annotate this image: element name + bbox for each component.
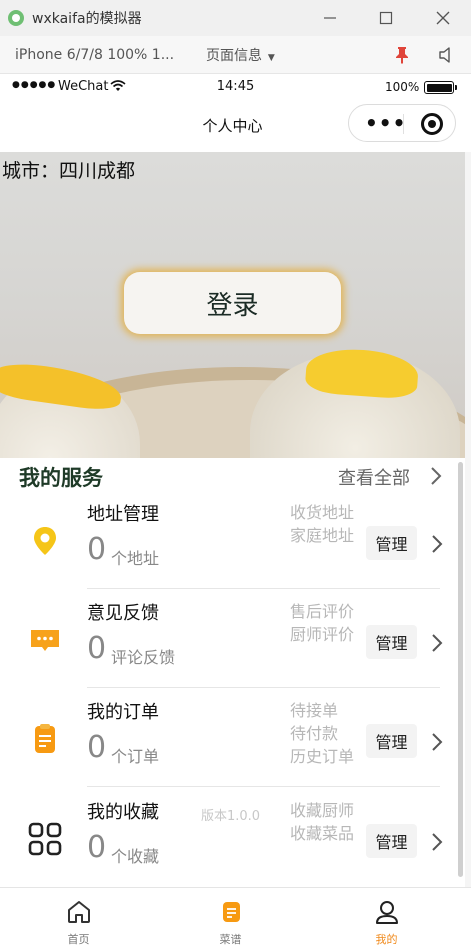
miniprogram-capsule: ••• — [348, 104, 456, 142]
service-item-orders[interactable]: 我的订单 0 个订单 待接单 待付款 历史订单 管理 — [0, 688, 465, 787]
service-tag: 售后评价 — [290, 602, 355, 621]
battery-percentage: 100% — [385, 80, 420, 94]
pin-icon[interactable] — [394, 46, 410, 64]
battery-icon — [424, 81, 457, 94]
service-tag: 历史订单 — [290, 747, 355, 766]
service-tag: 待付款 — [290, 724, 339, 743]
chevron-right-icon[interactable] — [431, 832, 443, 852]
capsule-divider — [403, 114, 404, 134]
service-tag: 家庭地址 — [290, 526, 355, 545]
manage-button[interactable]: 管理 — [366, 526, 417, 560]
tab-label: 首页 — [67, 933, 90, 946]
service-name: 我的收藏 — [87, 802, 159, 823]
service-name: 我的订单 — [87, 702, 159, 723]
service-name: 地址管理 — [87, 504, 159, 525]
chevron-right-icon[interactable] — [431, 732, 443, 752]
service-count: 0 — [87, 532, 107, 567]
simulator-toolbar: iPhone 6/7/8 100% 1... 页面信息 ▼ — [0, 36, 471, 74]
maximize-icon[interactable] — [374, 6, 398, 30]
service-tags: 收货地址 家庭地址 — [290, 501, 354, 547]
login-button[interactable]: 登录 — [124, 272, 341, 334]
chevron-right-icon[interactable] — [431, 534, 443, 554]
bottom-tab-bar: 首页 菜谱 我的 — [0, 887, 471, 950]
section-title: 我的服务 — [19, 466, 103, 490]
device-selector[interactable]: iPhone 6/7/8 100% 1... — [15, 47, 174, 63]
window-titlebar: wxkaifa的模拟器 — [0, 0, 471, 36]
row-divider — [87, 786, 440, 787]
tab-mine[interactable]: 我的 — [308, 888, 465, 950]
chevron-right-icon[interactable] — [430, 467, 442, 485]
manage-button[interactable]: 管理 — [366, 824, 417, 858]
service-item-favorites[interactable]: 我的收藏 版本1.0.0 0 个收藏 收藏厨师 收藏菜品 管理 — [0, 788, 465, 887]
chevron-down-icon: ▼ — [265, 52, 275, 63]
close-miniprogram-icon[interactable] — [421, 113, 443, 135]
service-tags: 待接单 待付款 历史订单 — [290, 699, 354, 768]
tab-home[interactable]: 首页 — [0, 888, 157, 950]
version-label: 版本1.0.0 — [201, 809, 261, 824]
service-tag: 收货地址 — [290, 503, 355, 522]
city-label: 城市：四川成都 — [2, 160, 136, 182]
service-unit: 个订单 — [111, 747, 160, 766]
page-info-label: 页面信息 — [206, 47, 262, 64]
recipe-icon — [223, 902, 240, 922]
egg-topping-image — [304, 346, 420, 400]
scroll-track — [465, 152, 471, 888]
speaker-icon[interactable] — [438, 46, 456, 64]
manage-button[interactable]: 管理 — [366, 625, 417, 659]
service-item-feedback[interactable]: 意见反馈 0 评论反馈 售后评价 厨师评价 管理 — [0, 589, 465, 688]
service-tag: 厨师评价 — [290, 625, 355, 644]
service-unit: 个地址 — [111, 549, 160, 568]
manage-button[interactable]: 管理 — [366, 724, 417, 758]
app-logo-icon — [8, 10, 24, 26]
chevron-right-icon[interactable] — [431, 633, 443, 653]
clipboard-icon — [35, 724, 55, 753]
phone-status-bar: ●●●●● WeChat 14:45 100% — [0, 74, 471, 100]
user-icon — [376, 901, 398, 924]
tab-label: 菜谱 — [219, 933, 242, 946]
service-tags: 售后评价 厨师评价 — [290, 600, 354, 646]
page-info-dropdown[interactable]: 页面信息 ▼ — [206, 45, 275, 65]
close-icon[interactable] — [431, 6, 455, 30]
service-unit: 评论反馈 — [111, 648, 176, 667]
my-services-section: 我的服务 查看全部 地址管理 0 个地址 收货地址 家庭地址 管理 意见反馈 0… — [0, 458, 465, 887]
minimize-icon[interactable] — [318, 6, 342, 30]
service-tag: 收藏厨师 — [290, 801, 355, 820]
service-count: 0 — [87, 730, 107, 765]
service-tag: 收藏菜品 — [290, 824, 355, 843]
scrollbar-thumb[interactable] — [458, 462, 463, 877]
service-count: 0 — [87, 631, 107, 666]
more-options-icon[interactable]: ••• — [365, 113, 406, 133]
window-title: wxkaifa的模拟器 — [32, 11, 142, 27]
service-count: 0 — [87, 830, 107, 865]
tab-recipes[interactable]: 菜谱 — [152, 888, 309, 950]
tab-label: 我的 — [375, 933, 398, 946]
service-unit: 个收藏 — [111, 847, 160, 866]
service-item-address[interactable]: 地址管理 0 个地址 收货地址 家庭地址 管理 — [0, 490, 465, 589]
grid-icon — [28, 822, 62, 856]
view-all-link[interactable]: 查看全部 — [338, 464, 410, 490]
home-icon — [68, 901, 90, 923]
service-tags: 收藏厨师 收藏菜品 — [290, 799, 354, 845]
chat-bubble-icon — [31, 630, 59, 651]
service-name: 意见反馈 — [87, 603, 159, 624]
service-tag: 待接单 — [290, 701, 339, 720]
location-pin-icon — [34, 527, 56, 555]
